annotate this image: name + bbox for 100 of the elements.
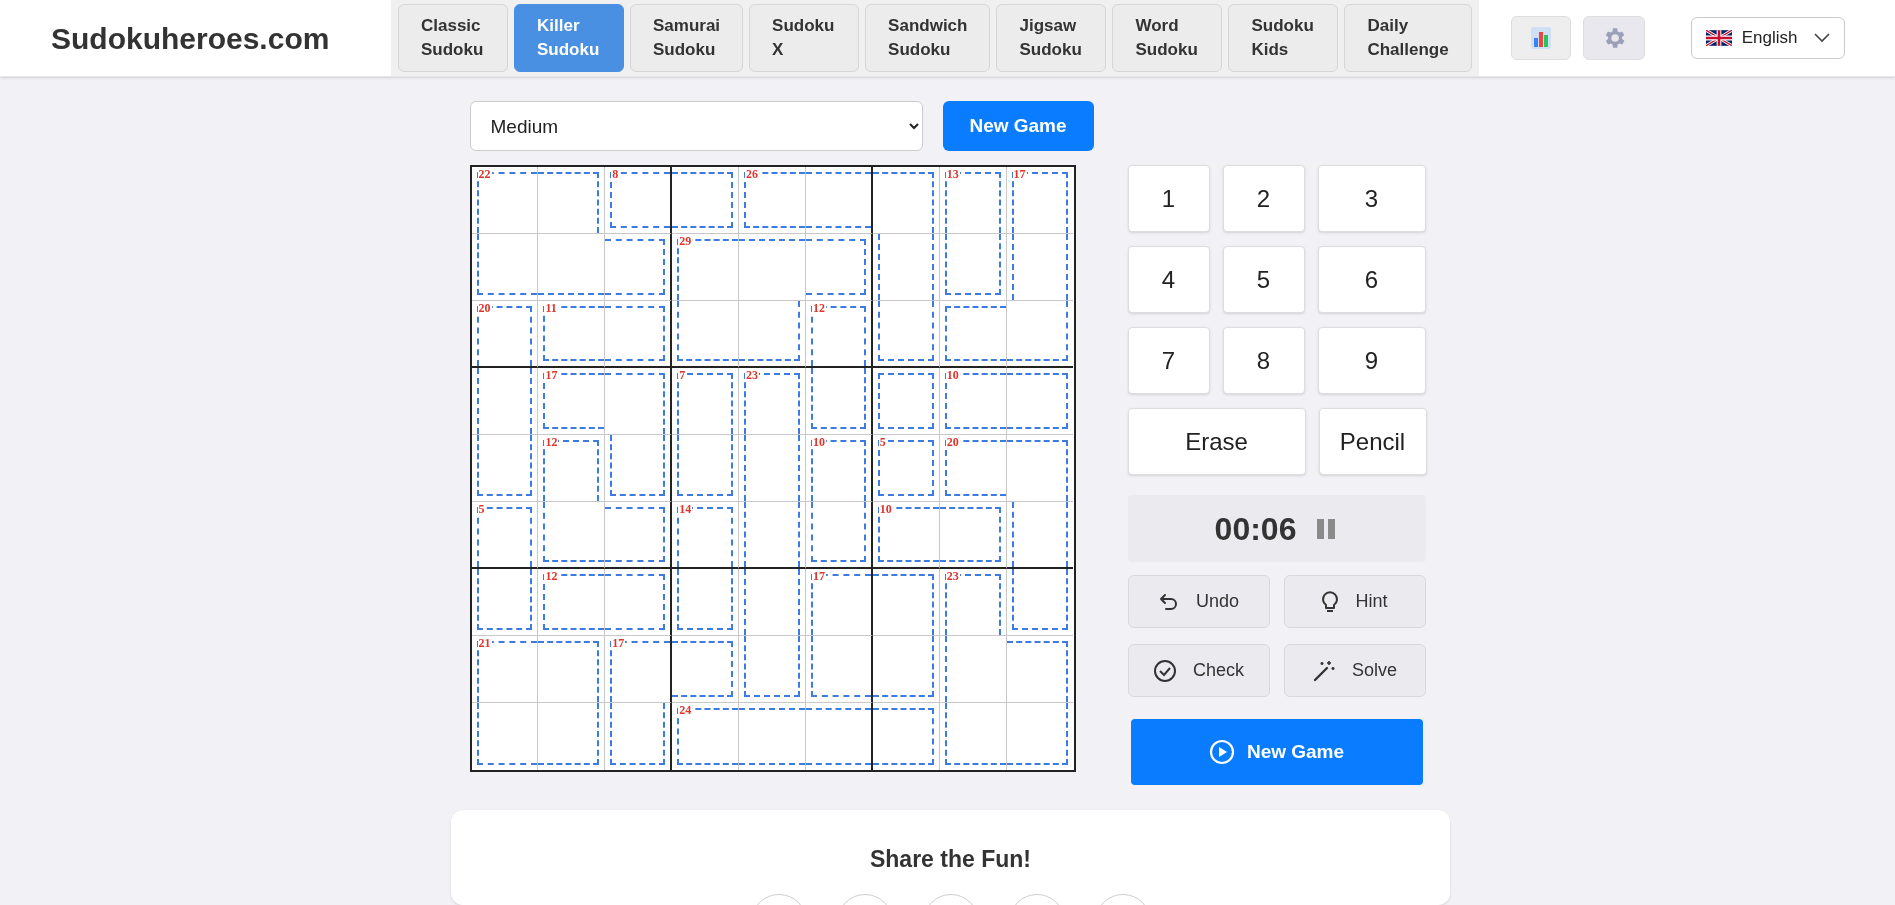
sudoku-cell[interactable]: 17 bbox=[1006, 167, 1074, 234]
cage-sum: 21 bbox=[477, 637, 492, 650]
sudoku-cell[interactable]: 12 bbox=[805, 301, 873, 368]
language-select[interactable]: English bbox=[1690, 17, 1845, 59]
timer: 00:06 bbox=[1214, 509, 1297, 549]
sudoku-cell[interactable] bbox=[805, 234, 873, 301]
number-key[interactable]: 2 bbox=[1222, 165, 1305, 232]
sudoku-cell[interactable]: 7 bbox=[672, 368, 740, 435]
sudoku-cell[interactable] bbox=[605, 502, 673, 569]
cage-sum: 5 bbox=[878, 436, 887, 449]
sudoku-cell[interactable] bbox=[805, 636, 873, 703]
sudoku-cell[interactable] bbox=[605, 435, 673, 502]
number-key[interactable]: 4 bbox=[1127, 246, 1210, 313]
sudoku-cell[interactable]: 8 bbox=[605, 167, 673, 234]
game-tab[interactable]: Classic Sudoku bbox=[398, 4, 508, 72]
sudoku-cell[interactable] bbox=[805, 703, 873, 770]
game-tab[interactable]: Jigsaw Sudoku bbox=[996, 4, 1107, 72]
sudoku-cell[interactable]: 23 bbox=[739, 368, 806, 435]
sudoku-cell[interactable] bbox=[605, 234, 673, 301]
cage-sum: 29 bbox=[678, 235, 693, 248]
sudoku-cell[interactable]: 26 bbox=[739, 167, 806, 234]
hint-button[interactable]: Hint bbox=[1283, 575, 1426, 628]
sudoku-cell[interactable]: 20 bbox=[939, 435, 1007, 502]
pencil-button[interactable]: Pencil bbox=[1318, 408, 1427, 475]
play-circle-icon bbox=[1208, 739, 1235, 765]
sudoku-cell[interactable]: 17 bbox=[538, 368, 606, 435]
sudoku-cell[interactable] bbox=[605, 301, 673, 368]
erase-button[interactable]: Erase bbox=[1127, 408, 1306, 475]
cage-sum: 26 bbox=[745, 168, 760, 181]
cage-sum: 11 bbox=[544, 302, 558, 315]
cage-sum: 10 bbox=[878, 503, 893, 516]
sudoku-cell[interactable]: 22 bbox=[471, 167, 539, 234]
sudoku-cell[interactable]: 11 bbox=[538, 301, 606, 368]
sudoku-cell[interactable]: 10 bbox=[939, 368, 1007, 435]
sudoku-cell[interactable]: 13 bbox=[939, 167, 1007, 234]
statistics-button[interactable] bbox=[1510, 16, 1571, 60]
cage-sum: 7 bbox=[678, 369, 687, 382]
game-tab[interactable]: Word Sudoku bbox=[1112, 4, 1223, 72]
cage-sum: 10 bbox=[811, 436, 826, 449]
cage-sum: 17 bbox=[811, 570, 826, 583]
game-tab[interactable]: Killer Sudoku bbox=[514, 4, 624, 72]
sudoku-cell[interactable]: 14 bbox=[672, 502, 740, 569]
game-tab[interactable]: Daily Challenge bbox=[1344, 4, 1472, 72]
cage-sum: 20 bbox=[477, 302, 492, 315]
cage-sum: 22 bbox=[477, 168, 492, 181]
new-game-button[interactable]: New Game bbox=[942, 101, 1094, 151]
cage-sum: 24 bbox=[678, 704, 693, 717]
cage-sum: 17 bbox=[1012, 168, 1027, 181]
sudoku-cell[interactable]: 23 bbox=[939, 569, 1007, 636]
cage-sum: 10 bbox=[945, 369, 960, 382]
sudoku-cell[interactable]: 5 bbox=[872, 435, 940, 502]
cage-sum: 14 bbox=[678, 503, 693, 516]
pause-icon bbox=[1315, 517, 1338, 540]
game-tab[interactable]: Samurai Sudoku bbox=[630, 4, 744, 72]
cage-sum: 17 bbox=[544, 369, 559, 382]
language-label: English bbox=[1741, 27, 1798, 50]
cage-sum: 12 bbox=[811, 302, 826, 315]
difficulty-select[interactable]: Medium bbox=[469, 101, 923, 151]
sudoku-cell[interactable] bbox=[805, 502, 873, 569]
number-key[interactable]: 9 bbox=[1317, 327, 1426, 394]
cage-sum: 13 bbox=[945, 168, 960, 181]
check-button[interactable]: Check bbox=[1127, 644, 1270, 697]
number-key[interactable]: 3 bbox=[1317, 165, 1426, 232]
lightbulb-icon bbox=[1321, 589, 1340, 614]
sudoku-cell[interactable]: 12 bbox=[538, 569, 606, 636]
new-game-button[interactable]: New Game bbox=[1130, 719, 1423, 785]
sudoku-cell[interactable]: 10 bbox=[872, 502, 940, 569]
sudoku-cell[interactable]: 21 bbox=[471, 636, 539, 703]
sudoku-cell[interactable] bbox=[605, 569, 673, 636]
sudoku-cell[interactable]: 20 bbox=[471, 301, 539, 368]
undo-button[interactable]: Undo bbox=[1127, 575, 1270, 628]
sudoku-cell[interactable]: 10 bbox=[805, 435, 873, 502]
number-key[interactable]: 1 bbox=[1127, 165, 1210, 232]
sudoku-cell[interactable]: 29 bbox=[672, 234, 740, 301]
number-key[interactable]: 8 bbox=[1222, 327, 1305, 394]
sudoku-cell[interactable] bbox=[805, 167, 873, 234]
sudoku-cell[interactable] bbox=[805, 368, 873, 435]
chevron-down-icon bbox=[1813, 33, 1830, 43]
sudoku-cell[interactable] bbox=[605, 368, 673, 435]
number-key[interactable]: 5 bbox=[1222, 246, 1305, 313]
sudoku-cell[interactable]: 12 bbox=[538, 435, 606, 502]
sudoku-cell[interactable] bbox=[1006, 502, 1074, 569]
game-tab[interactable]: Sudoku Kids bbox=[1228, 4, 1339, 72]
site-logo[interactable]: Sudokuheroes.com bbox=[51, 15, 391, 61]
sudoku-cell[interactable]: 17 bbox=[605, 636, 673, 703]
number-key[interactable]: 6 bbox=[1317, 246, 1426, 313]
sudoku-cell[interactable]: 17 bbox=[805, 569, 873, 636]
sudoku-cell[interactable] bbox=[1006, 301, 1074, 368]
settings-button[interactable] bbox=[1582, 16, 1645, 60]
cage-sum: 20 bbox=[945, 436, 960, 449]
cage-sum: 5 bbox=[477, 503, 486, 516]
game-tab[interactable]: Sandwich Sudoku bbox=[865, 4, 991, 72]
share-title: Share the Fun! bbox=[870, 845, 1031, 874]
game-tab[interactable]: Sudoku X bbox=[749, 4, 860, 72]
flag-icon bbox=[1705, 30, 1732, 46]
solve-button[interactable]: Solve bbox=[1283, 644, 1426, 697]
number-key[interactable]: 7 bbox=[1127, 327, 1210, 394]
sudoku-cell[interactable]: 5 bbox=[471, 502, 539, 569]
cage-sum: 17 bbox=[611, 637, 626, 650]
bar-chart-icon bbox=[1529, 26, 1552, 50]
